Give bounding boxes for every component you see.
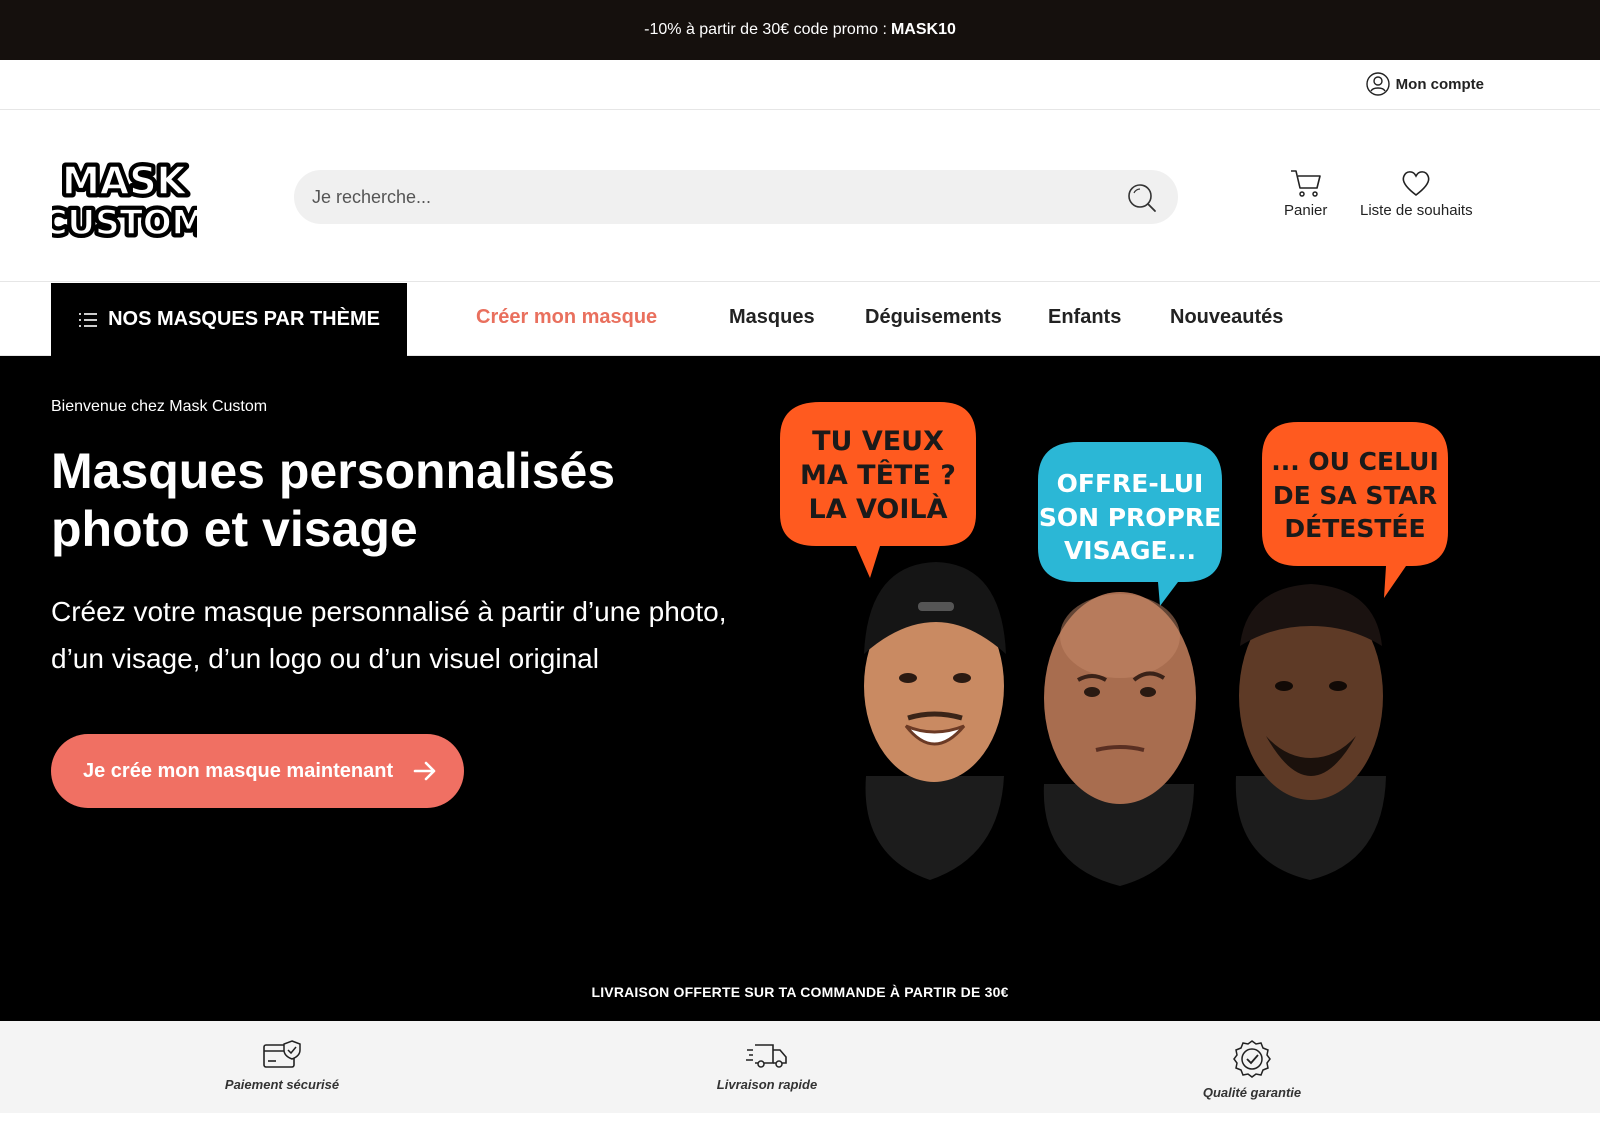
- secure-card-icon: [263, 1040, 301, 1068]
- promo-code: MASK10: [890, 21, 956, 38]
- wishlist-label: Liste de souhaits: [1360, 202, 1473, 219]
- feature-fast-delivery: Livraison rapide: [657, 1039, 877, 1092]
- cart-label: Panier: [1284, 202, 1328, 219]
- mask-custom-logo[interactable]: MASK MASK CUSTOM CUSTOM: [52, 154, 197, 241]
- free-shipping-banner: LIVRAISON OFFERTE SUR TA COMMANDE À PART…: [591, 984, 1009, 1000]
- user-icon: [1365, 72, 1390, 96]
- cta-label: Je crée mon masque maintenant: [83, 759, 394, 782]
- bubble-3-text: ... OU CELUI DE SA STAR DÉTESTÉE: [1271, 447, 1439, 543]
- search-bar: [294, 170, 1178, 224]
- site-header: MASK MASK CUSTOM CUSTOM Panier Liste de …: [0, 110, 1600, 282]
- themes-menu-label: NOS MASQUES PAR THÈME: [108, 308, 380, 330]
- promo-bar: -10% à partir de 30€ code promo : MASK10: [0, 0, 1600, 60]
- bubble-1-text: TU VEUX MA TÊTE ? LA VOILÀ: [800, 426, 956, 525]
- nav-item-create[interactable]: Créer mon masque: [476, 306, 657, 329]
- bubble-2-text: OFFRE-LUI SON PROPRE VISAGE...: [1039, 469, 1221, 565]
- quality-badge-icon: [1233, 1040, 1271, 1078]
- main-nav: NOS MASQUES PAR THÈME Créer mon masque M…: [0, 282, 1600, 356]
- cart-link[interactable]: Panier: [1284, 168, 1327, 219]
- account-label: Mon compte: [1395, 75, 1484, 93]
- svg-text:MASK: MASK: [62, 159, 188, 203]
- wishlist-link[interactable]: Liste de souhaits: [1360, 168, 1473, 219]
- arrow-right-icon: [413, 761, 436, 781]
- promo-text: -10% à partir de 30€ code promo :: [644, 21, 887, 38]
- hero-masks-illustration: TU VEUX MA TÊTE ? LA VOILÀ OFFRE-LUI SON PR…: [780, 402, 1448, 886]
- feature-label-payment: Paiement sécurisé: [224, 1077, 340, 1092]
- account-link[interactable]: Mon compte: [1365, 72, 1484, 96]
- hero-subtitle: Créez votre masque personnalisé à partir…: [51, 596, 727, 674]
- speech-bubble-3: ... OU CELUI DE SA STAR DÉTESTÉE: [1262, 422, 1448, 598]
- account-bar: Mon compte: [0, 60, 1600, 110]
- hero-title-line2: photo et visage: [51, 501, 418, 557]
- hero-welcome: Bienvenue chez Mask Custom: [51, 398, 268, 415]
- feature-secure-payment: Paiement sécurisé: [172, 1039, 392, 1092]
- search-icon[interactable]: [1126, 182, 1158, 214]
- nav-item-masks[interactable]: Masques: [729, 306, 815, 329]
- feature-label-delivery: Livraison rapide: [716, 1077, 818, 1092]
- hero-title: Masques personnalisés photo et visage: [51, 442, 751, 558]
- mask-face-3: [1235, 584, 1386, 880]
- speech-bubble-2: OFFRE-LUI SON PROPRE VISAGE...: [1038, 442, 1222, 606]
- themes-menu-button[interactable]: NOS MASQUES PAR THÈME: [51, 283, 407, 356]
- hero-title-line1: Masques personnalisés: [51, 443, 616, 499]
- create-mask-cta-button[interactable]: Je crée mon masque maintenant: [51, 734, 464, 808]
- cart-icon: [1290, 170, 1321, 197]
- svg-text:CUSTOM: CUSTOM: [52, 203, 197, 240]
- list-icon: [79, 312, 98, 327]
- feature-quality: Qualité garantie: [1142, 1039, 1362, 1100]
- nav-item-costumes[interactable]: Déguisements: [865, 306, 1002, 329]
- nav-item-kids[interactable]: Enfants: [1048, 306, 1121, 329]
- features-bar: Paiement sécurisé Livraison rapide Quali…: [0, 1021, 1600, 1113]
- delivery-truck-icon: [746, 1044, 787, 1068]
- search-input[interactable]: [312, 170, 1092, 224]
- feature-label-quality: Qualité garantie: [1202, 1085, 1302, 1100]
- nav-item-new[interactable]: Nouveautés: [1170, 306, 1283, 329]
- heart-icon: [1402, 171, 1430, 197]
- mask-face-1: [864, 562, 1006, 880]
- mask-face-2: [1043, 592, 1196, 886]
- hero-banner: Bienvenue chez Mask Custom Masques perso…: [0, 356, 1600, 1021]
- speech-bubble-1: TU VEUX MA TÊTE ? LA VOILÀ: [780, 402, 976, 578]
